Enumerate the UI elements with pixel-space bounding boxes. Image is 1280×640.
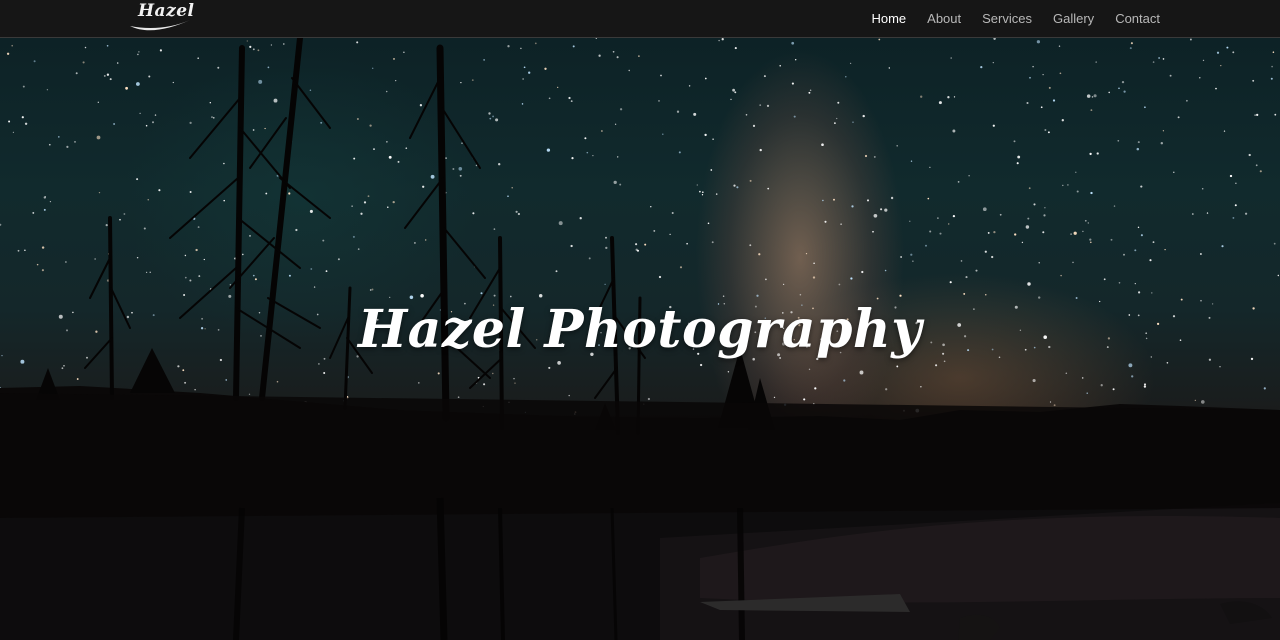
logo-text: Hazel — [138, 1, 195, 21]
main-nav: Home About Services Gallery Contact — [871, 0, 1160, 38]
nav-services[interactable]: Services — [982, 11, 1032, 26]
navbar: Hazel Home About Services Gallery Contac… — [0, 0, 1280, 38]
hero-title: Hazel Photography — [358, 298, 922, 360]
nav-home[interactable]: Home — [871, 11, 906, 26]
nav-about[interactable]: About — [927, 11, 961, 26]
nav-gallery[interactable]: Gallery — [1053, 11, 1094, 26]
brand-logo[interactable]: Hazel — [128, 0, 194, 36]
hero-section: Hazel Photography — [0, 38, 1280, 640]
nav-contact[interactable]: Contact — [1115, 11, 1160, 26]
